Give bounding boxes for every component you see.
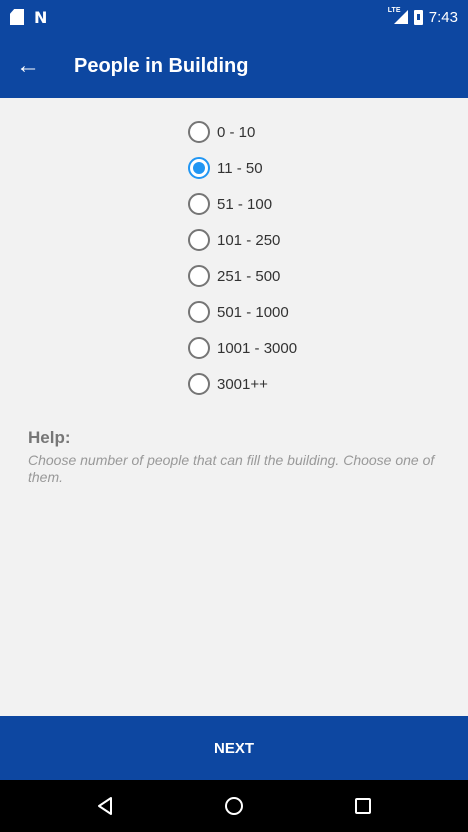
radio-unchecked-icon[interactable]: [188, 301, 210, 323]
recents-square-icon: [355, 798, 372, 814]
next-button[interactable]: NEXT: [0, 716, 468, 780]
radio-option[interactable]: 3001++: [188, 366, 297, 402]
radio-option-label: 1001 - 3000: [217, 339, 298, 357]
n-icon: N: [34, 7, 48, 27]
radio-option[interactable]: 11 - 50: [188, 150, 297, 186]
clock: 7:43: [428, 8, 458, 26]
back-arrow-icon[interactable]: ←: [0, 34, 56, 98]
status-bar: N LTE 7:43: [0, 0, 468, 34]
people-count-radio-group: 0 - 10 11 - 50 51 - 100 101 - 250 251 - 500 5…: [188, 114, 297, 402]
app-toolbar: ← People in Building: [0, 34, 468, 98]
radio-unchecked-icon[interactable]: [188, 121, 210, 143]
radio-option-label: 501 - 1000: [217, 303, 289, 321]
radio-option[interactable]: 251 - 500: [188, 258, 297, 294]
next-button-label: NEXT: [213, 739, 254, 757]
nav-back-button[interactable]: [83, 784, 127, 828]
radio-option-label: 3001++: [217, 375, 268, 393]
radio-option[interactable]: 1001 - 3000: [188, 330, 297, 366]
radio-unchecked-icon[interactable]: [188, 229, 210, 251]
back-triangle-icon: [97, 797, 112, 815]
radio-option-label: 251 - 500: [217, 267, 281, 285]
battery-icon: [413, 9, 423, 25]
radio-option-label: 101 - 250: [217, 231, 281, 249]
home-circle-icon: [224, 797, 243, 815]
system-nav-bar: [0, 780, 468, 832]
radio-unchecked-icon[interactable]: [188, 337, 210, 359]
radio-unchecked-icon[interactable]: [188, 193, 210, 215]
help-text: Choose number of people that can fill th…: [28, 452, 435, 485]
radio-option[interactable]: 101 - 250: [188, 222, 297, 258]
radio-unchecked-icon[interactable]: [188, 265, 210, 287]
main-content: 0 - 10 11 - 50 51 - 100 101 - 250 251 - 500 5…: [0, 98, 468, 716]
nav-recents-button[interactable]: [341, 784, 385, 828]
sd-card-icon: [10, 9, 24, 25]
radio-option[interactable]: 501 - 1000: [188, 294, 297, 330]
page-title: People in Building: [74, 54, 249, 77]
radio-option[interactable]: 0 - 10: [188, 114, 297, 150]
nav-home-button[interactable]: [212, 784, 256, 828]
radio-unchecked-icon[interactable]: [188, 373, 210, 395]
help-title: Help:: [28, 428, 71, 447]
signal-icon: LTE: [388, 7, 408, 24]
radio-option-label: 51 - 100: [217, 195, 273, 213]
radio-option-label: 11 - 50: [217, 159, 263, 177]
radio-option-label: 0 - 10: [217, 123, 256, 141]
radio-option[interactable]: 51 - 100: [188, 186, 297, 222]
help-section: Help: Choose number of people that can f…: [28, 428, 448, 486]
radio-checked-icon[interactable]: [188, 157, 210, 179]
